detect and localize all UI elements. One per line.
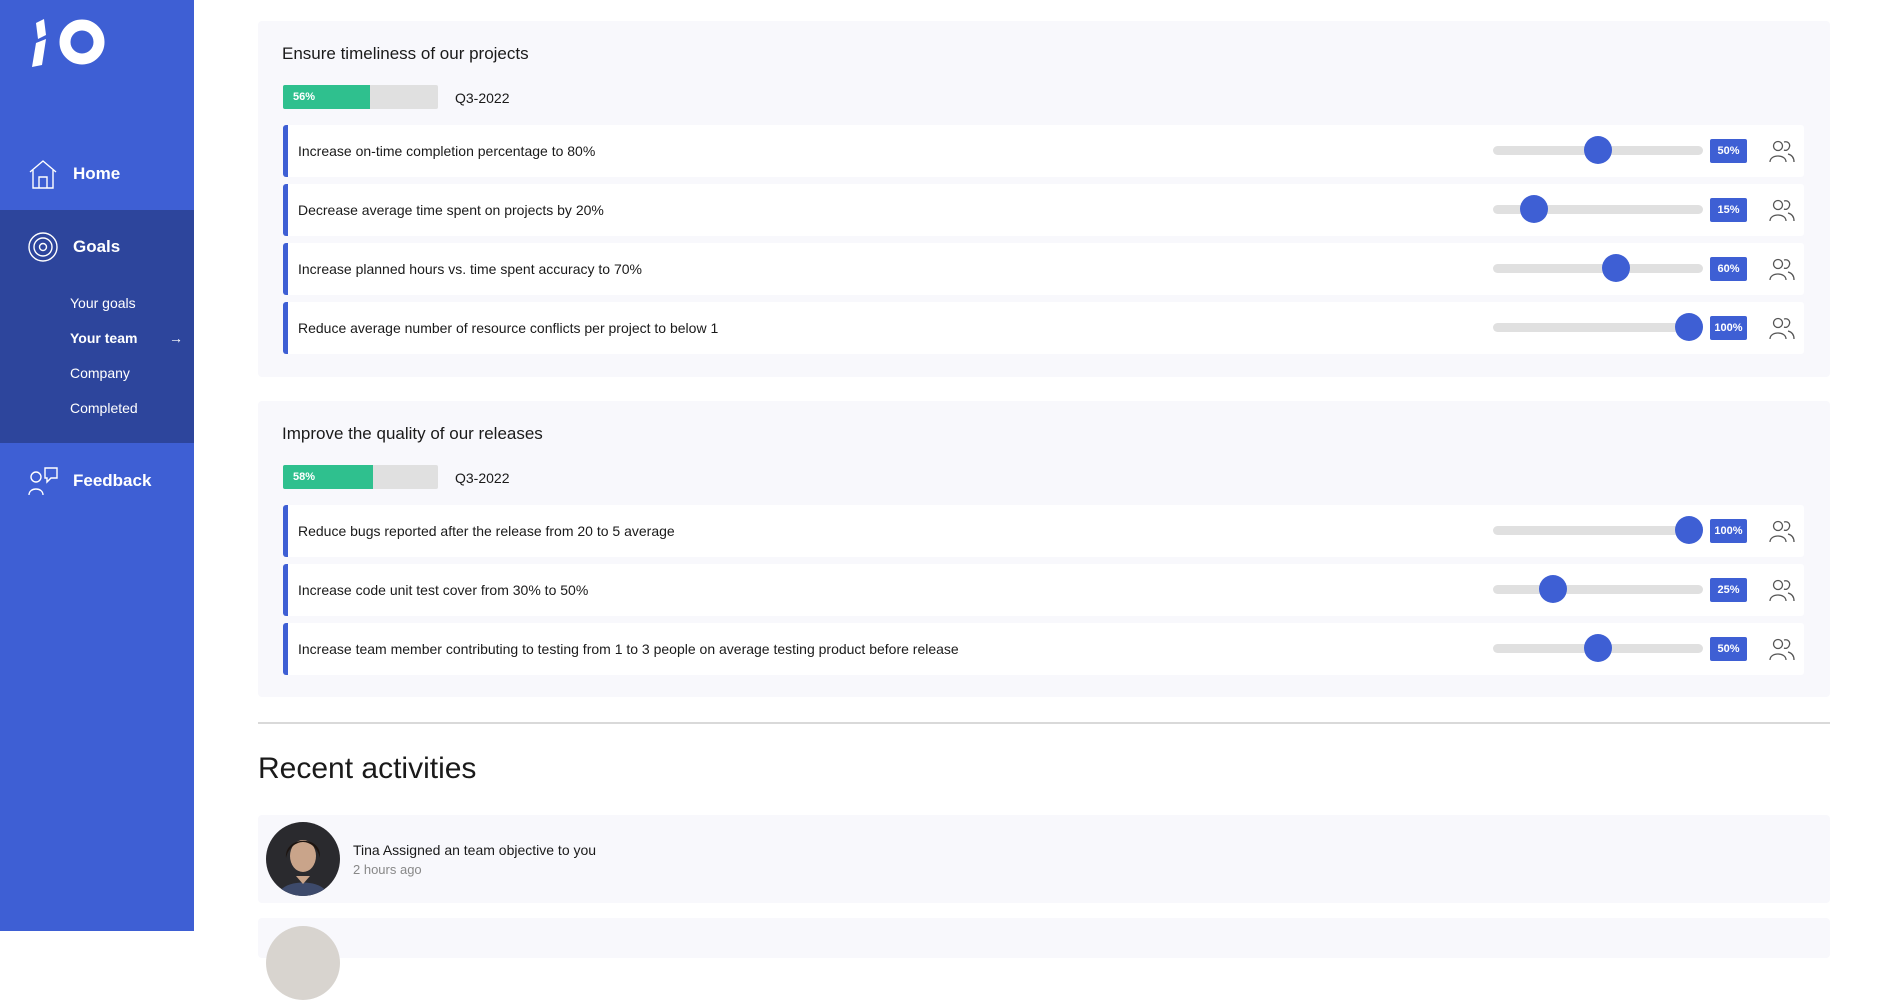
key-result-row: Decrease average time spent on projects … — [283, 184, 1804, 236]
key-result-label: Increase planned hours vs. time spent ac… — [298, 261, 642, 277]
activity-text: Tina Assigned an team objective to you — [353, 842, 597, 858]
key-result-row: Increase team member contributing to tes… — [283, 623, 1804, 675]
key-result-slider[interactable] — [1493, 516, 1703, 544]
slider-thumb[interactable] — [1675, 516, 1703, 544]
sub-item-label: Company — [70, 365, 130, 381]
goal-card: Improve the quality of our releases 58% … — [258, 401, 1830, 697]
nav-home-label: Home — [73, 164, 121, 183]
key-result-percent: 50% — [1710, 139, 1747, 163]
people-icon[interactable] — [1768, 635, 1796, 663]
activity-time: 2 hours ago — [353, 862, 422, 877]
key-result-row: Increase on-time completion percentage t… — [283, 125, 1804, 177]
main-content: Ensure timeliness of our projects 56% Q3… — [258, 0, 1830, 1000]
sidebar: Home Goals Your goals Your team → Compan… — [0, 0, 194, 931]
section-divider — [258, 722, 1830, 724]
key-result-slider[interactable] — [1493, 254, 1703, 282]
goal-progress-label: 58% — [293, 471, 316, 483]
goal-title: Ensure timeliness of our projects — [282, 44, 529, 63]
recent-activities-title: Recent activities — [258, 752, 477, 785]
slider-thumb[interactable] — [1584, 136, 1612, 164]
key-result-label: Increase team member contributing to tes… — [298, 641, 959, 657]
key-result-row: Reduce average number of resource confli… — [283, 302, 1804, 354]
key-result-percent: 15% — [1710, 198, 1747, 222]
goal-quarter: Q3-2022 — [455, 90, 510, 106]
goal-progress-bar: 58% — [283, 465, 438, 489]
goal-progress-bar: 56% — [283, 85, 438, 109]
key-result-slider[interactable] — [1493, 313, 1703, 341]
sub-item-completed[interactable]: Completed — [70, 395, 185, 421]
target-icon — [27, 231, 59, 263]
key-result-label: Decrease average time spent on projects … — [298, 202, 604, 218]
sub-item-company[interactable]: Company — [70, 360, 185, 386]
slider-thumb[interactable] — [1584, 634, 1612, 662]
key-result-percent: 50% — [1710, 637, 1747, 661]
sub-item-label: Completed — [70, 400, 138, 416]
nav-feedback[interactable]: Feedback — [0, 451, 194, 511]
people-icon[interactable] — [1768, 314, 1796, 342]
home-icon — [27, 158, 59, 190]
key-result-slider[interactable] — [1493, 634, 1703, 662]
nav-home[interactable]: Home — [0, 144, 194, 204]
key-result-slider[interactable] — [1493, 195, 1703, 223]
key-result-percent: 100% — [1710, 519, 1747, 543]
avatar — [266, 926, 340, 1000]
activity-item[interactable] — [258, 918, 1830, 1000]
key-result-slider[interactable] — [1493, 575, 1703, 603]
key-result-label: Increase on-time completion percentage t… — [298, 143, 596, 159]
nav-feedback-label: Feedback — [73, 471, 152, 490]
sub-item-label: Your goals — [70, 295, 136, 311]
slider-thumb[interactable] — [1602, 254, 1631, 282]
goal-title: Improve the quality of our releases — [282, 424, 543, 443]
people-icon[interactable] — [1768, 255, 1796, 283]
key-result-label: Reduce bugs reported after the release f… — [298, 523, 675, 539]
people-icon[interactable] — [1768, 576, 1796, 604]
key-result-slider[interactable] — [1493, 136, 1703, 164]
sub-item-your-goals[interactable]: Your goals — [70, 290, 185, 316]
nav-goals[interactable]: Goals — [0, 217, 194, 277]
key-result-percent: 25% — [1710, 578, 1747, 602]
sub-item-your-team[interactable]: Your team → — [70, 325, 185, 351]
goal-progress-label: 56% — [293, 91, 316, 103]
activity-item[interactable]: Tina Assigned an team objective to you 2… — [258, 815, 1830, 903]
key-result-row: Reduce bugs reported after the release f… — [283, 505, 1804, 557]
nav-goals-label: Goals — [73, 237, 121, 256]
sub-item-label: Your team — [70, 330, 138, 346]
goal-quarter: Q3-2022 — [455, 470, 510, 486]
arrow-right-icon: → — [169, 330, 183, 346]
key-result-row: Increase code unit test cover from 30% t… — [283, 564, 1804, 616]
io-logo[interactable] — [30, 17, 106, 67]
key-result-label: Increase code unit test cover from 30% t… — [298, 582, 589, 598]
key-result-percent: 100% — [1710, 316, 1747, 340]
slider-thumb[interactable] — [1520, 195, 1549, 223]
people-icon[interactable] — [1768, 517, 1796, 545]
slider-thumb[interactable] — [1675, 313, 1703, 341]
goal-progress-fill: 58% — [283, 465, 373, 489]
people-icon[interactable] — [1768, 196, 1796, 224]
slider-thumb[interactable] — [1538, 575, 1567, 603]
key-result-label: Reduce average number of resource confli… — [298, 320, 719, 336]
key-result-percent: 60% — [1710, 257, 1747, 281]
people-icon[interactable] — [1768, 137, 1796, 165]
feedback-icon — [27, 465, 59, 497]
avatar — [266, 822, 340, 896]
goals-group: Goals Your goals Your team → Company Com… — [0, 210, 194, 443]
goal-progress-fill: 56% — [283, 85, 370, 109]
key-result-row: Increase planned hours vs. time spent ac… — [283, 243, 1804, 295]
goal-card: Ensure timeliness of our projects 56% Q3… — [258, 21, 1830, 377]
